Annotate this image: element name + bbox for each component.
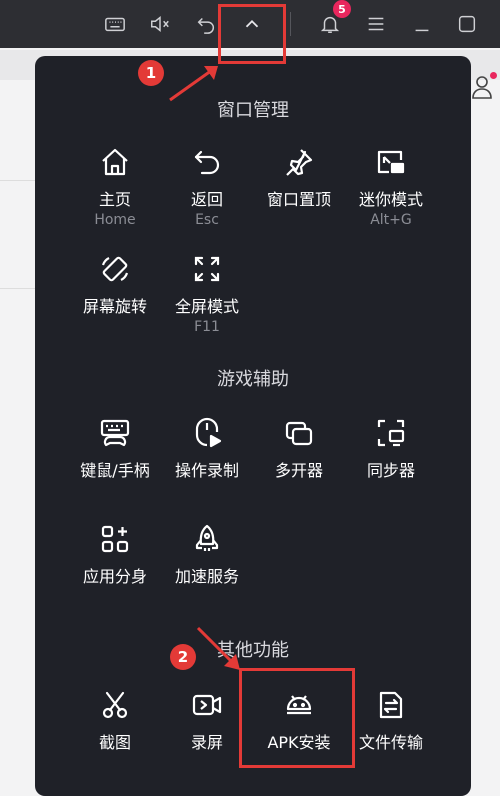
menu-item-pin[interactable]: 窗口置顶 bbox=[254, 146, 344, 246]
rotate-icon bbox=[99, 253, 131, 285]
menu-item-multi-instance[interactable]: 多开器 bbox=[254, 417, 344, 517]
menu-item-sync[interactable]: 同步器 bbox=[346, 417, 436, 517]
background-divider bbox=[0, 288, 40, 289]
menu-icon[interactable] bbox=[360, 8, 392, 40]
minimize-icon[interactable] bbox=[406, 8, 438, 40]
menu-item-accelerate[interactable]: 加速服务 bbox=[162, 523, 252, 623]
keyboard-icon[interactable] bbox=[99, 8, 131, 40]
rocket-icon bbox=[191, 523, 223, 555]
menu-item-screenshot[interactable]: 截图 bbox=[70, 689, 160, 789]
menu-item-rotate[interactable]: 屏幕旋转 bbox=[70, 253, 160, 353]
annotation-arrow-2 bbox=[196, 626, 240, 670]
section-title-other: 其他功能 bbox=[217, 640, 289, 661]
menu-item-back[interactable]: 返回 Esc bbox=[162, 146, 252, 246]
highlight-box-2 bbox=[239, 668, 355, 768]
apps-icon bbox=[99, 523, 131, 555]
menu-item-mini-mode[interactable]: 迷你模式 Alt+G bbox=[346, 146, 436, 246]
record-macro-icon bbox=[191, 417, 223, 449]
file-transfer-icon bbox=[375, 689, 407, 721]
step-marker-2: 2 bbox=[170, 644, 196, 670]
gamepad-icon bbox=[99, 417, 131, 449]
sync-icon bbox=[375, 417, 407, 449]
highlight-box-1 bbox=[218, 4, 286, 64]
mini-mode-icon bbox=[375, 146, 407, 178]
undo-icon bbox=[191, 146, 223, 178]
fullscreen-icon bbox=[191, 253, 223, 285]
pin-icon bbox=[283, 146, 315, 178]
menu-item-app-clone[interactable]: 应用分身 bbox=[70, 523, 160, 623]
maximize-icon[interactable] bbox=[451, 8, 483, 40]
section-title-game: 游戏辅助 bbox=[217, 369, 289, 390]
toolbar-divider bbox=[290, 12, 291, 36]
notification-badge: 5 bbox=[333, 0, 351, 18]
video-icon bbox=[191, 689, 223, 721]
menu-item-keymapping[interactable]: 键鼠/手柄 bbox=[70, 417, 160, 517]
section-title-window: 窗口管理 bbox=[217, 100, 289, 121]
scissors-icon bbox=[99, 689, 131, 721]
multi-window-icon bbox=[283, 417, 315, 449]
home-icon bbox=[99, 146, 131, 178]
menu-item-fullscreen[interactable]: 全屏模式 F11 bbox=[162, 253, 252, 353]
menu-item-file-transfer[interactable]: 文件传输 bbox=[346, 689, 436, 789]
annotation-arrow-1 bbox=[169, 66, 218, 102]
background-divider bbox=[0, 180, 40, 181]
step-marker-1: 1 bbox=[138, 60, 164, 86]
mute-icon[interactable] bbox=[144, 8, 176, 40]
user-status-dot bbox=[490, 72, 497, 79]
menu-item-record[interactable]: 操作录制 bbox=[162, 417, 252, 517]
menu-item-home[interactable]: 主页 Home bbox=[70, 146, 160, 246]
